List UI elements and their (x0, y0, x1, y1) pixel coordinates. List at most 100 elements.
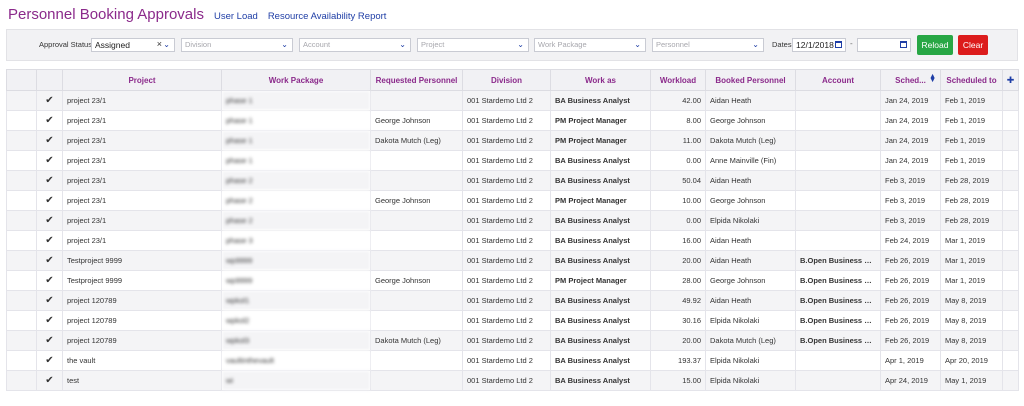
checkmark-icon[interactable]: ✔ (45, 355, 53, 366)
work-as-cell[interactable]: BA Business Analyst (550, 170, 651, 191)
row-select-cell[interactable] (6, 290, 37, 311)
checkmark-icon[interactable]: ✔ (45, 315, 53, 326)
work-as-cell[interactable]: BA Business Analyst (550, 310, 651, 331)
account-cell[interactable] (795, 130, 881, 151)
column-header-workload[interactable]: Workload (650, 69, 706, 91)
clear-icon[interactable]: × (157, 38, 162, 50)
work-as-cell[interactable]: PM Project Manager (550, 130, 651, 151)
work-as-cell[interactable]: BA Business Analyst (550, 230, 651, 251)
work-as-cell[interactable]: BA Business Analyst (550, 290, 651, 311)
resource-availability-report-link[interactable]: Resource Availability Report (268, 11, 387, 22)
row-select-cell[interactable] (6, 110, 37, 131)
table-row[interactable]: ✔ project 23/1 phase 1 George Johnson 001 St… (6, 110, 1019, 131)
approve-cell[interactable]: ✔ (36, 250, 63, 271)
approve-cell[interactable]: ✔ (36, 110, 63, 131)
account-cell[interactable]: B.Open Business Ope... (795, 250, 881, 271)
chevron-down-icon[interactable]: ⌄ (634, 39, 641, 51)
work-as-cell[interactable]: PM Project Manager (550, 110, 651, 131)
checkmark-icon[interactable]: ✔ (45, 335, 53, 346)
approve-cell[interactable]: ✔ (36, 330, 63, 351)
column-header-account[interactable]: Account (795, 69, 881, 91)
sort-icon[interactable]: ▲ ▼ (929, 73, 936, 84)
project-select[interactable]: Project ⌄ (417, 38, 529, 52)
chevron-down-icon[interactable]: ⌄ (752, 39, 759, 51)
work-package-select[interactable]: Work Package ⌄ (534, 38, 646, 52)
work-as-cell[interactable]: BA Business Analyst (550, 90, 651, 111)
row-select-cell[interactable] (6, 330, 37, 351)
date-to-input[interactable] (857, 38, 911, 52)
column-header-work-package[interactable]: Work Package (221, 69, 371, 91)
work-as-cell[interactable]: BA Business Analyst (550, 350, 651, 371)
approve-cell[interactable]: ✔ (36, 170, 63, 191)
table-row[interactable]: ✔ the vault vaultinthevault 001 Stardemo Lt… (6, 350, 1019, 371)
work-as-cell[interactable]: BA Business Analyst (550, 330, 651, 351)
row-select-cell[interactable] (6, 90, 37, 111)
account-cell[interactable] (795, 210, 881, 231)
column-header-booked-personnel[interactable]: Booked Personnel (705, 69, 796, 91)
row-select-cell[interactable] (6, 270, 37, 291)
table-row[interactable]: ✔ project 23/1 phase 1 Dakota Mutch (Leg) 00… (6, 130, 1019, 151)
checkmark-icon[interactable]: ✔ (45, 295, 53, 306)
table-row[interactable]: ✔ project 23/1 phase 2 001 Stardemo Ltd 2 BA… (6, 170, 1019, 191)
account-cell[interactable] (795, 230, 881, 251)
division-select[interactable]: Division ⌄ (181, 38, 293, 52)
account-cell[interactable] (795, 350, 881, 371)
chevron-down-icon[interactable]: ⌄ (517, 39, 524, 51)
table-row[interactable]: ✔ project 23/1 phase 2 001 Stardemo Ltd 2 BA… (6, 210, 1019, 231)
work-as-cell[interactable]: PM Project Manager (550, 190, 651, 211)
account-cell[interactable] (795, 150, 881, 171)
approve-cell[interactable]: ✔ (36, 310, 63, 331)
account-cell[interactable]: B.Open Business Ope... (795, 310, 881, 331)
personnel-select[interactable]: Personnel ⌄ (652, 38, 764, 52)
checkmark-icon[interactable]: ✔ (45, 195, 53, 206)
row-select-cell[interactable] (6, 190, 37, 211)
account-cell[interactable] (795, 170, 881, 191)
row-select-cell[interactable] (6, 210, 37, 231)
table-row[interactable]: ✔ Testproject 9999 wp9999 George Johnson 001… (6, 270, 1019, 291)
account-cell[interactable]: B.Open Business Ope... (795, 290, 881, 311)
approve-cell[interactable]: ✔ (36, 370, 63, 391)
row-select-cell[interactable] (6, 350, 37, 371)
account-cell[interactable] (795, 90, 881, 111)
checkmark-icon[interactable]: ✔ (45, 255, 53, 266)
checkmark-icon[interactable]: ✔ (45, 95, 53, 106)
column-header-scheduled-to[interactable]: Scheduled to (940, 69, 1003, 91)
approve-cell[interactable]: ✔ (36, 270, 63, 291)
row-select-cell[interactable] (6, 370, 37, 391)
approve-cell[interactable]: ✔ (36, 350, 63, 371)
row-select-cell[interactable] (6, 150, 37, 171)
checkmark-icon[interactable]: ✔ (45, 275, 53, 286)
row-select-cell[interactable] (6, 310, 37, 331)
table-row[interactable]: ✔ project 23/1 phase 3 001 Stardemo Ltd 2 BA… (6, 230, 1019, 251)
row-select-cell[interactable] (6, 130, 37, 151)
checkmark-icon[interactable]: ✔ (45, 235, 53, 246)
checkmark-icon[interactable]: ✔ (45, 135, 53, 146)
user-load-link[interactable]: User Load (214, 11, 258, 22)
row-select-cell[interactable] (6, 170, 37, 191)
approve-cell[interactable]: ✔ (36, 130, 63, 151)
column-header-pin[interactable]: ✚ (1002, 69, 1019, 91)
chevron-down-icon[interactable]: ⌄ (163, 39, 170, 51)
approve-cell[interactable]: ✔ (36, 210, 63, 231)
calendar-icon[interactable] (900, 41, 907, 48)
work-as-cell[interactable]: BA Business Analyst (550, 150, 651, 171)
account-cell[interactable]: B.Open Business Ope... (795, 330, 881, 351)
table-row[interactable]: ✔ project 120789 wpkol3 Dakota Mutch (Leg) 0… (6, 330, 1019, 351)
account-cell[interactable]: B.Open Business Ope... (795, 270, 881, 291)
row-select-cell[interactable] (6, 230, 37, 251)
checkmark-icon[interactable]: ✔ (45, 375, 53, 386)
pin-icon[interactable]: ✚ (1007, 75, 1015, 85)
work-as-cell[interactable]: BA Business Analyst (550, 370, 651, 391)
checkmark-icon[interactable]: ✔ (45, 155, 53, 166)
table-row[interactable]: ✔ Testproject 9999 wp9999 001 Stardemo Ltd … (6, 250, 1019, 271)
work-as-cell[interactable]: BA Business Analyst (550, 250, 651, 271)
table-row[interactable]: ✔ project 23/1 phase 1 001 Stardemo Ltd 2 BA… (6, 150, 1019, 171)
approve-cell[interactable]: ✔ (36, 190, 63, 211)
table-row[interactable]: ✔ test wi 001 Stardemo Ltd 2 BA Business Ana… (6, 370, 1019, 391)
approve-cell[interactable]: ✔ (36, 150, 63, 171)
account-cell[interactable] (795, 190, 881, 211)
clear-button[interactable]: Clear (958, 35, 988, 55)
column-header-requested-personnel[interactable]: Requested Personnel (370, 69, 463, 91)
account-cell[interactable] (795, 110, 881, 131)
column-header-project[interactable]: Project (62, 69, 222, 91)
